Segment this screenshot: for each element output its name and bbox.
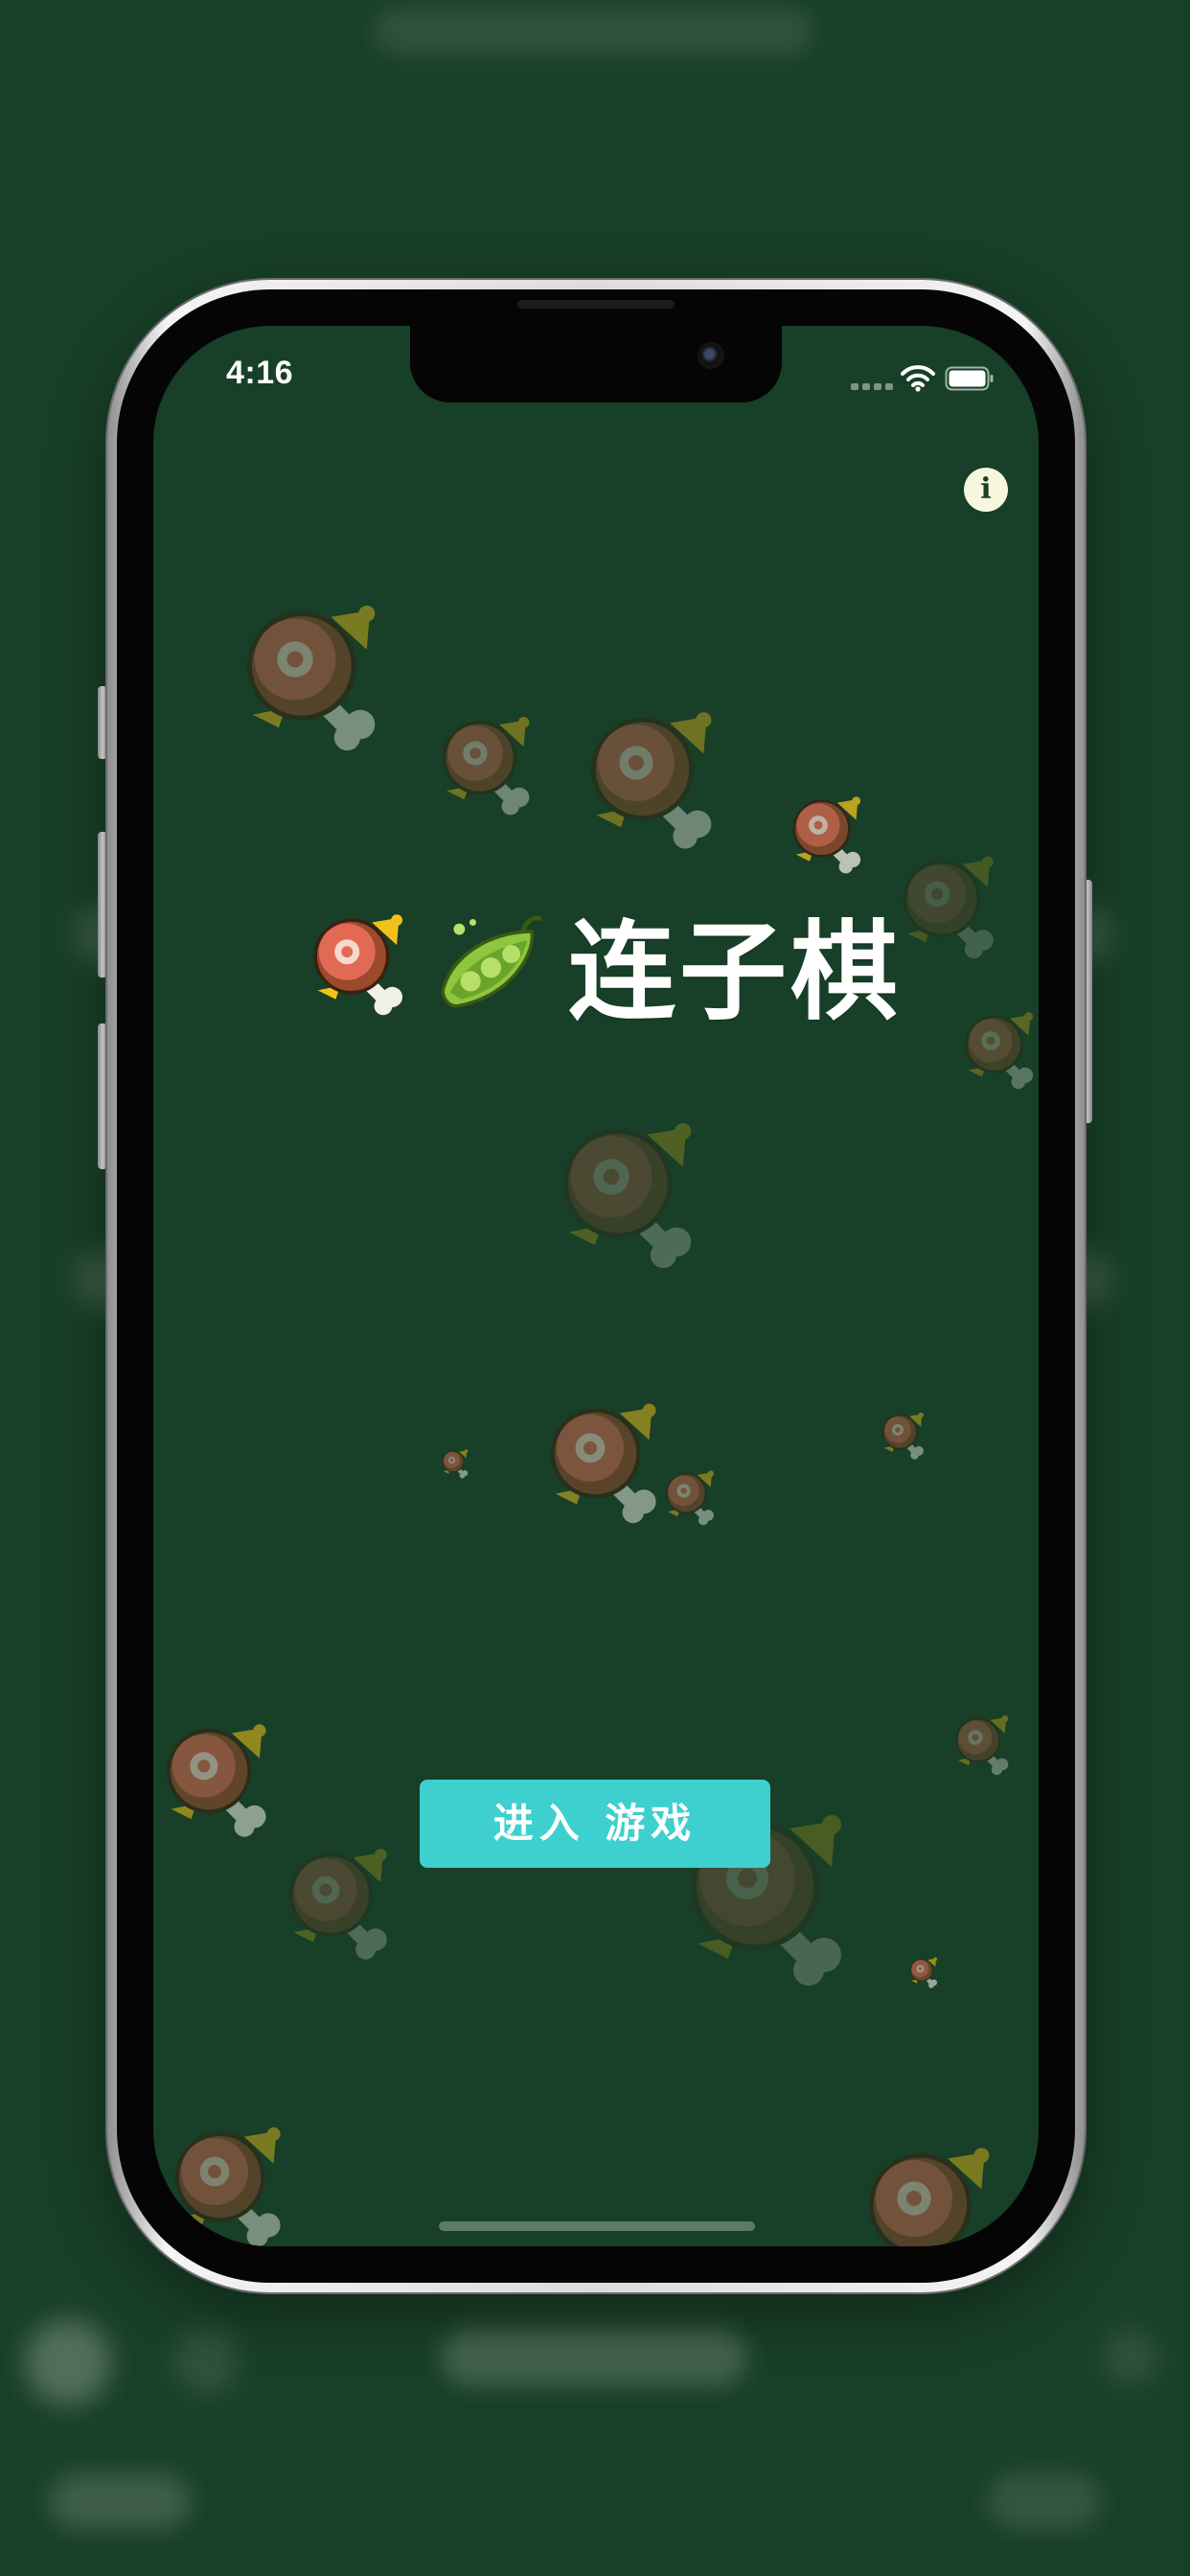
blurred-top-bar xyxy=(374,8,814,56)
falling-meat-icon xyxy=(161,2118,295,2246)
falling-meat-icon xyxy=(877,1409,929,1461)
blurred-shape xyxy=(25,2319,111,2405)
earpiece-speaker xyxy=(517,300,675,309)
status-time: 4:16 xyxy=(226,355,294,391)
app-screen: 4:16 i 连子棋 进入 游戏 xyxy=(153,326,1039,2246)
peapod-icon xyxy=(432,907,545,1020)
info-button[interactable]: i xyxy=(964,468,1008,512)
title-text: 连子棋 xyxy=(568,910,902,1035)
falling-meat-icon xyxy=(575,702,728,855)
mute-switch xyxy=(98,686,107,759)
falling-meat-icon xyxy=(546,1112,709,1275)
game-title: 连子棋 xyxy=(302,901,902,1035)
blurred-bottom-bar xyxy=(441,2329,747,2386)
front-camera xyxy=(698,342,724,369)
battery-full-icon xyxy=(945,366,994,391)
falling-meat-icon xyxy=(537,1394,671,1529)
wifi-icon xyxy=(901,365,935,392)
falling-meat-icon xyxy=(659,1466,721,1528)
falling-meat-icon xyxy=(906,1955,941,1990)
meat-icon xyxy=(302,907,415,1020)
falling-meat-icon xyxy=(230,594,393,757)
blurred-shape xyxy=(1102,2329,1159,2386)
falling-meat-icon xyxy=(853,2137,1006,2246)
info-icon: i xyxy=(980,472,992,506)
cellular-signal-icon xyxy=(851,383,895,391)
blurred-bottom-bar xyxy=(987,2472,1102,2530)
blurred-shape xyxy=(172,2329,240,2396)
falling-meat-icon xyxy=(431,709,541,819)
volume-down-button xyxy=(98,1024,107,1169)
falling-meat-icon xyxy=(784,791,870,877)
blurred-bottom-bar xyxy=(48,2472,192,2530)
enter-game-button[interactable]: 进入 游戏 xyxy=(420,1780,770,1868)
notch xyxy=(410,326,782,402)
volume-up-button xyxy=(98,832,107,978)
falling-meat-icon xyxy=(956,1006,1039,1092)
falling-meat-icon xyxy=(949,1711,1016,1778)
falling-meat-icon xyxy=(439,1447,471,1480)
home-indicator[interactable] xyxy=(439,2221,755,2231)
falling-meat-icon xyxy=(891,848,1006,963)
falling-meat-icon xyxy=(153,1715,280,1842)
falling-meat-icon xyxy=(276,1840,400,1965)
